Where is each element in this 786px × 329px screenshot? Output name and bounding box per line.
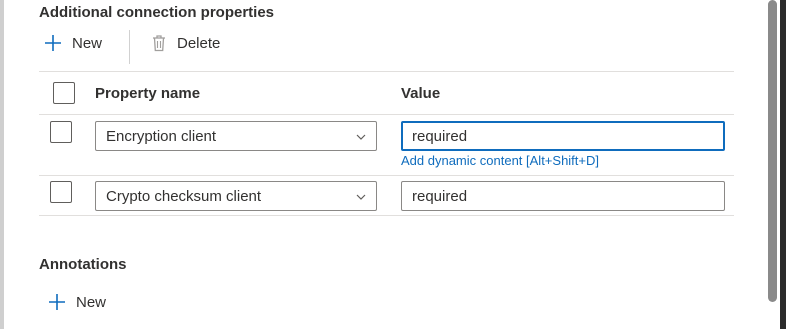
column-header-property-name: Property name — [95, 85, 201, 102]
row-checkbox-encryption-client[interactable] — [50, 121, 72, 143]
delete-property-label: Delete — [177, 34, 221, 52]
value-input-encryption-client[interactable] — [401, 121, 725, 151]
add-icon — [44, 34, 62, 52]
add-dynamic-content-link[interactable]: Add dynamic content [Alt+Shift+D] — [401, 153, 599, 169]
value-input-crypto-checksum-client[interactable] — [401, 181, 725, 211]
table-top-divider — [39, 71, 734, 72]
trash-icon — [151, 34, 167, 52]
chevron-down-icon — [355, 190, 367, 207]
property-dropdown-value: Crypto checksum client — [106, 187, 262, 205]
panel-left-edge — [0, 0, 4, 329]
select-all-checkbox[interactable] — [53, 82, 75, 104]
new-annotation-button[interactable]: New — [48, 290, 106, 314]
property-dropdown-encryption-client[interactable]: Encryption client — [95, 121, 377, 151]
row-divider — [39, 175, 734, 176]
delete-property-button[interactable]: Delete — [151, 31, 220, 55]
new-annotation-label: New — [76, 293, 107, 311]
section-title-connection-properties: Additional connection properties — [39, 4, 275, 21]
connection-properties-panel: Additional connection properties New Del… — [0, 0, 786, 329]
section-title-annotations: Annotations — [39, 256, 127, 273]
row-checkbox-crypto-checksum-client[interactable] — [50, 181, 72, 203]
chevron-down-icon — [355, 130, 367, 147]
header-divider — [39, 114, 734, 115]
property-dropdown-value: Encryption client — [106, 127, 217, 145]
window-right-edge — [780, 0, 786, 329]
table-bottom-divider — [39, 215, 734, 216]
toolbar-separator — [129, 30, 130, 64]
new-property-button[interactable]: New — [44, 31, 102, 55]
property-dropdown-crypto-checksum-client[interactable]: Crypto checksum client — [95, 181, 377, 211]
new-property-label: New — [72, 34, 103, 52]
column-header-value: Value — [401, 85, 441, 102]
scrollbar-thumb[interactable] — [768, 0, 777, 302]
add-icon — [48, 293, 66, 311]
